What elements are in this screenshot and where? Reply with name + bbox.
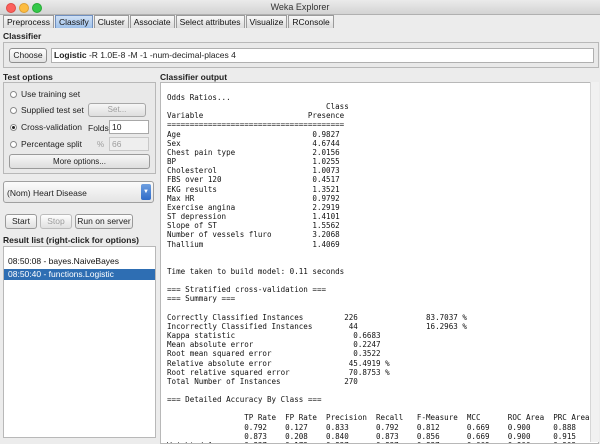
- output-line: Correctly Classified Instances 226 83.70…: [167, 312, 467, 322]
- window-title: Weka Explorer: [270, 2, 330, 12]
- result-list-item[interactable]: 08:50:08 - bayes.NaiveBayes: [4, 256, 155, 267]
- tab-cluster[interactable]: Cluster: [93, 15, 129, 28]
- classifier-panel: Choose Logistic -R 1.0E-8 -M -1 -num-dec…: [3, 42, 599, 68]
- percentage-split-option[interactable]: Percentage split: [10, 138, 82, 150]
- output-line: Class: [167, 102, 349, 112]
- classifier-output-label: Classifier output: [160, 72, 228, 82]
- use-training-set-label: Use training set: [21, 89, 81, 99]
- start-button[interactable]: Start: [5, 214, 37, 229]
- classifier-options: -R 1.0E-8 -M -1 -num-decimal-places 4: [88, 50, 236, 60]
- output-line: Cholesterol 1.0073: [167, 166, 340, 176]
- folds-input[interactable]: 10: [109, 120, 149, 134]
- output-line: Odds Ratios...: [167, 93, 231, 102]
- cross-validation-radio[interactable]: [10, 123, 17, 131]
- output-line: Incorrectly Classified Instances 44 16.2…: [167, 321, 467, 331]
- folds-label: Folds: [88, 123, 109, 133]
- output-line: === Summary ===: [167, 294, 236, 304]
- output-line: Exercise angina 2.2919: [167, 202, 340, 212]
- class-attribute-select[interactable]: (Nom) Heart Disease ▼: [3, 181, 154, 203]
- output-line: Root relative squared error 70.8753 %: [167, 367, 390, 377]
- output-line: 0.873 0.208 0.840 0.873 0.856 0.669 0.90…: [167, 431, 599, 441]
- percent-sign: %: [97, 140, 105, 149]
- output-line: Mean absolute error 0.2247: [167, 340, 381, 350]
- tab-select-attributes[interactable]: Select attributes: [175, 15, 245, 28]
- output-line: Thallium 1.4069: [167, 239, 340, 249]
- classifier-output-text: Odds Ratios... Class Variable Presence =…: [167, 93, 599, 443]
- dropdown-arrow-icon: ▼: [141, 184, 151, 200]
- supplied-test-set-option[interactable]: Supplied test set: [10, 104, 84, 116]
- more-options-button[interactable]: More options...: [9, 154, 150, 169]
- output-line: Slope of ST 1.5562: [167, 221, 340, 231]
- classifier-name: Logistic: [54, 50, 87, 60]
- output-line: === Stratified cross-validation ===: [167, 285, 327, 295]
- title-bar: Weka Explorer: [0, 0, 600, 15]
- output-line: Time taken to build model: 0.11 seconds: [167, 266, 345, 276]
- main-tabs: Preprocess Classify Cluster Associate Se…: [3, 15, 335, 29]
- output-line: BP 1.0255: [167, 157, 340, 167]
- output-line: Variable Presence: [167, 111, 345, 121]
- output-line: =======================================: [167, 120, 345, 130]
- output-line: Total Number of Instances 270: [167, 376, 358, 386]
- output-line: Sex 4.6744: [167, 138, 340, 148]
- output-line: TP Rate FP Rate Precision Recall F-Measu…: [167, 413, 599, 423]
- result-list-label: Result list (right-click for options): [3, 235, 140, 245]
- output-line: Number of vessels fluro 3.2068: [167, 230, 340, 240]
- tab-associate[interactable]: Associate: [129, 15, 175, 28]
- percentage-split-radio[interactable]: [10, 140, 17, 148]
- output-line: 0.792 0.127 0.833 0.792 0.812 0.669 0.90…: [167, 422, 599, 432]
- output-line: Chest pain type 2.0156: [167, 147, 340, 157]
- output-scrollbar[interactable]: [590, 82, 599, 442]
- output-line: Kappa statistic 0.6683: [167, 331, 381, 341]
- use-training-set-option[interactable]: Use training set: [10, 88, 80, 100]
- classifier-config-field[interactable]: Logistic -R 1.0E-8 -M -1 -num-decimal-pl…: [51, 48, 594, 63]
- result-list-item-selected[interactable]: 08:50:40 - functions.Logistic: [4, 269, 155, 280]
- use-training-set-radio[interactable]: [10, 90, 17, 98]
- output-line: ST depression 1.4101: [167, 212, 340, 222]
- cross-validation-label: Cross-validation: [21, 122, 82, 132]
- set-test-set-button[interactable]: Set...: [88, 103, 146, 117]
- result-list[interactable]: 08:50:08 - bayes.NaiveBayes 08:50:40 - f…: [3, 246, 156, 438]
- output-line: FBS over 120 0.4517: [167, 175, 340, 185]
- tab-visualize[interactable]: Visualize: [245, 15, 288, 28]
- output-line: Relative absolute error 45.4919 %: [167, 358, 390, 368]
- classifier-section-label: Classifier: [3, 31, 42, 41]
- test-options-panel: Use training set Supplied test set Set..…: [3, 82, 156, 174]
- output-line: Age 0.9827: [167, 129, 340, 139]
- output-line: EKG results 1.3521: [167, 184, 340, 194]
- output-line: Root mean squared error 0.3522: [167, 349, 381, 359]
- run-on-server-button[interactable]: Run on server: [75, 214, 133, 229]
- test-options-label: Test options: [3, 72, 53, 82]
- supplied-test-set-radio[interactable]: [10, 106, 17, 114]
- tab-rconsole[interactable]: RConsole: [288, 15, 334, 28]
- classifier-output-panel[interactable]: Odds Ratios... Class Variable Presence =…: [160, 82, 599, 444]
- supplied-test-set-label: Supplied test set: [21, 105, 84, 115]
- tab-preprocess[interactable]: Preprocess: [3, 15, 54, 28]
- output-line: === Detailed Accuracy By Class ===: [167, 395, 322, 405]
- class-attribute-value: (Nom) Heart Disease: [7, 188, 87, 198]
- cross-validation-option[interactable]: Cross-validation: [10, 121, 82, 133]
- choose-classifier-button[interactable]: Choose: [9, 48, 47, 63]
- tab-classify[interactable]: Classify: [55, 15, 93, 28]
- percentage-input[interactable]: 66: [109, 137, 149, 151]
- stop-button[interactable]: Stop: [40, 214, 72, 229]
- percentage-split-label: Percentage split: [21, 139, 82, 149]
- output-line: Max HR 0.9792: [167, 193, 340, 203]
